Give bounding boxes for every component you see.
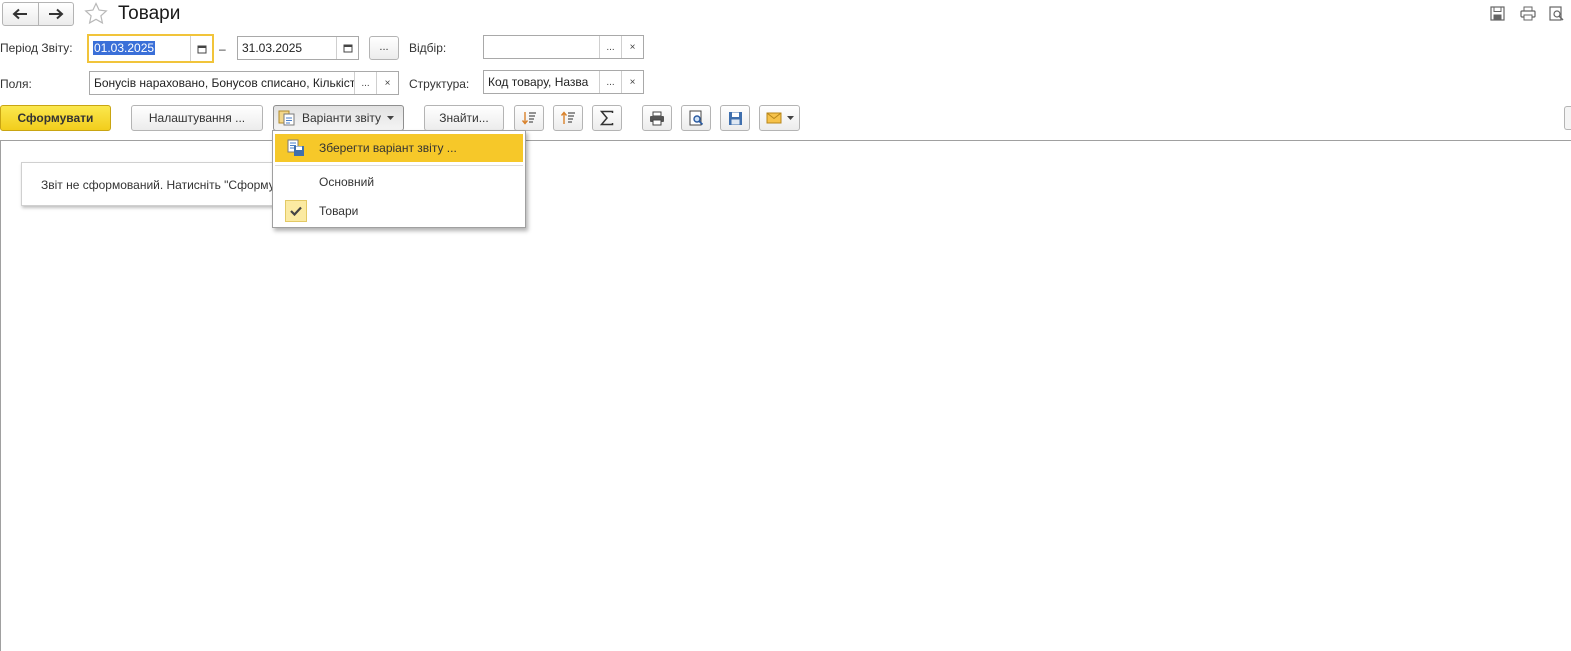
- save-button[interactable]: [720, 105, 750, 131]
- floppy-icon: [1490, 6, 1505, 21]
- fields-field[interactable]: Бонусів нараховано, Бонусов списано, Кіл…: [89, 71, 399, 95]
- fields-choose-button[interactable]: ...: [354, 72, 376, 94]
- menu-separator: [275, 165, 523, 166]
- forward-button[interactable]: [37, 3, 74, 25]
- preview-window-button[interactable]: [1548, 5, 1565, 22]
- print-preview-icon: [689, 110, 703, 126]
- period-start-field[interactable]: 01.03.2025: [87, 34, 214, 63]
- filter-field[interactable]: ... ×: [483, 35, 644, 59]
- structure-label: Структура:: [409, 77, 470, 91]
- send-email-button[interactable]: [759, 105, 800, 131]
- save-report-variant-label: Зберегти варіант звіту ...: [319, 141, 457, 155]
- save-variant-icon: [285, 137, 307, 159]
- floppy-icon: [728, 111, 742, 125]
- print-preview-button[interactable]: [681, 105, 711, 131]
- chevron-down-icon: [387, 116, 395, 120]
- save-report-variant-item[interactable]: Зберегти варіант звіту ...: [275, 134, 523, 162]
- arrow-right-icon: [48, 8, 64, 20]
- report-area-left-border: [0, 140, 1, 651]
- period-dash: –: [219, 42, 226, 56]
- filter-clear-button[interactable]: ×: [621, 36, 643, 58]
- report-not-generated-notice: Звіт не сформований. Натисніть "Сформува…: [21, 162, 301, 206]
- navigation-buttons: [2, 2, 74, 26]
- sigma-icon: [600, 110, 614, 126]
- page-title: Товари: [118, 3, 181, 24]
- report-period-label: Період Звіту:: [0, 41, 73, 55]
- check-icon: [285, 200, 307, 222]
- period-choose-button[interactable]: ...: [369, 36, 399, 60]
- report-variants-menu: Зберегти варіант звіту ... Основний Това…: [272, 130, 526, 228]
- chevron-down-icon: [786, 116, 794, 120]
- structure-value: Код товару, Назва: [488, 75, 589, 89]
- print-button[interactable]: [642, 105, 672, 131]
- sum-button[interactable]: [592, 105, 622, 131]
- print-preview-icon: [1549, 6, 1564, 21]
- variant-item-goods[interactable]: Товари: [275, 197, 523, 225]
- report-variants-button[interactable]: Варіанти звіту: [273, 105, 404, 131]
- find-button[interactable]: Знайти...: [424, 105, 504, 131]
- variant-item-main[interactable]: Основний: [275, 168, 523, 196]
- printer-icon: [1519, 6, 1536, 21]
- report-area-top-border: [0, 140, 1571, 141]
- filter-choose-button[interactable]: ...: [599, 36, 621, 58]
- envelope-icon: [766, 112, 781, 124]
- variant-item-main-label: Основний: [319, 175, 375, 189]
- fields-clear-button[interactable]: ×: [376, 72, 398, 94]
- filter-value: [484, 36, 599, 58]
- arrow-left-icon: [12, 8, 28, 20]
- calendar-icon: [197, 45, 206, 53]
- report-variants-label: Варіанти звіту: [302, 111, 382, 125]
- fields-label: Поля:: [0, 77, 32, 91]
- filter-label: Відбір:: [409, 41, 447, 55]
- calendar-icon: [343, 44, 352, 53]
- sort-descending-button[interactable]: [514, 105, 544, 131]
- report-variant-icon: [278, 110, 295, 126]
- star-icon: [84, 2, 108, 25]
- more-actions-button[interactable]: [1564, 106, 1571, 130]
- sort-descending-icon: [521, 112, 536, 125]
- structure-choose-button[interactable]: ...: [599, 71, 621, 93]
- favorite-star-button[interactable]: [84, 2, 108, 26]
- generate-button[interactable]: Сформувати: [0, 105, 111, 131]
- period-end-value: 31.03.2025: [242, 41, 303, 55]
- sort-ascending-icon: [560, 111, 575, 124]
- printer-icon: [650, 111, 664, 125]
- back-button[interactable]: [3, 3, 38, 25]
- period-start-value: 01.03.2025: [93, 41, 156, 55]
- period-end-field[interactable]: 31.03.2025: [237, 36, 359, 60]
- structure-clear-button[interactable]: ×: [621, 71, 643, 93]
- sort-ascending-button[interactable]: [553, 105, 583, 131]
- variant-item-goods-label: Товари: [319, 204, 359, 218]
- period-start-calendar-button[interactable]: [190, 36, 212, 61]
- print-window-button[interactable]: [1519, 5, 1536, 22]
- structure-field[interactable]: Код товару, Назва ... ×: [483, 70, 644, 94]
- save-window-button[interactable]: [1489, 5, 1506, 22]
- period-end-calendar-button[interactable]: [336, 37, 358, 59]
- fields-value: Бонусів нараховано, Бонусов списано, Кіл…: [94, 76, 354, 90]
- settings-button[interactable]: Налаштування ...: [131, 105, 263, 131]
